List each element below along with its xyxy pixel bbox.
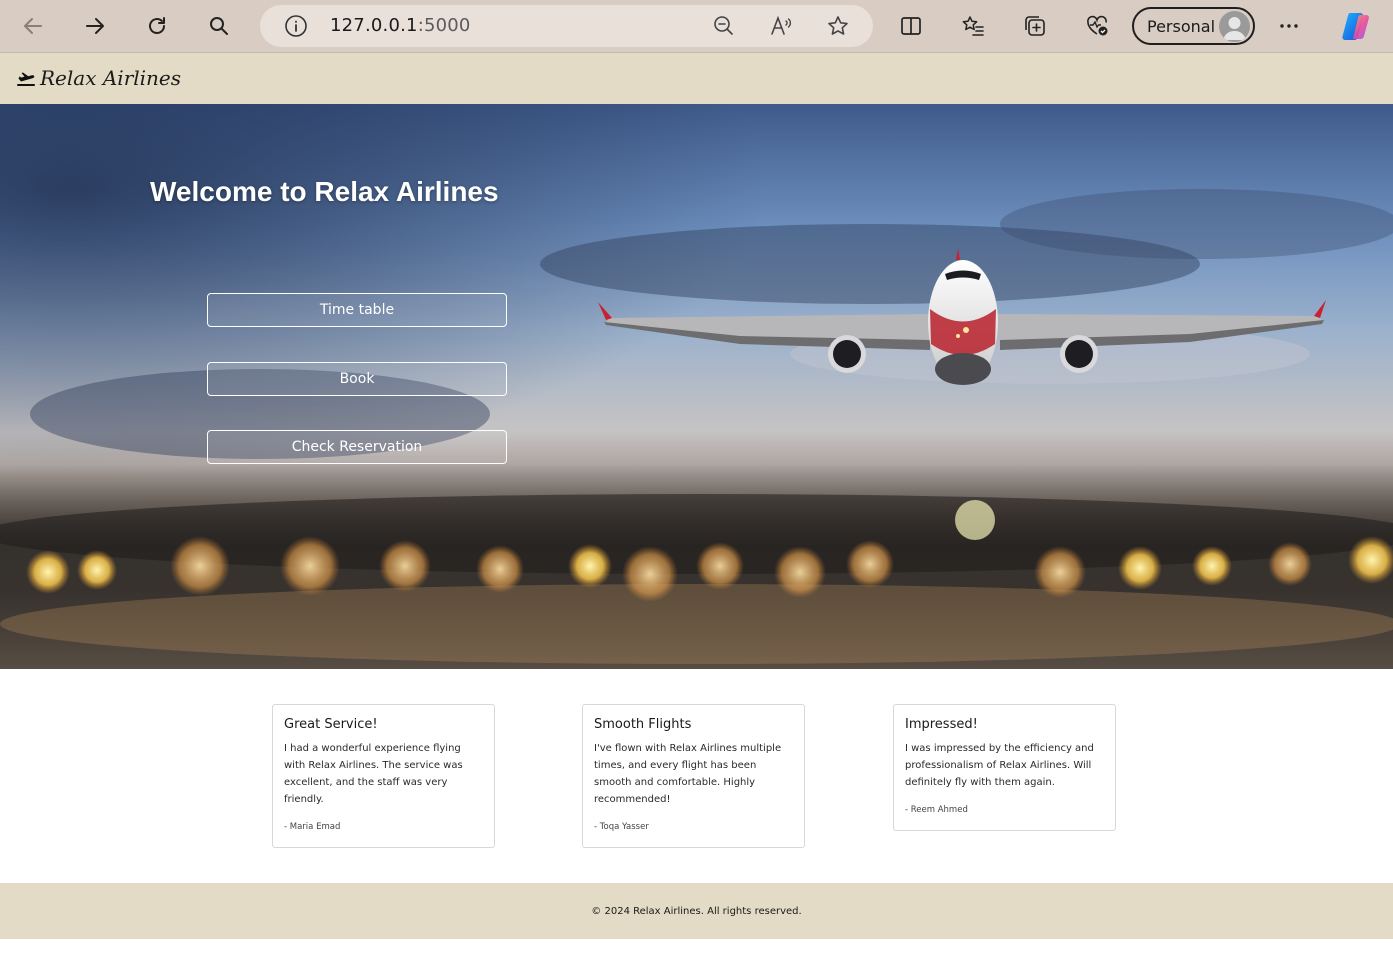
- testimonial-card: Smooth Flights I've flown with Relax Air…: [582, 704, 805, 848]
- testimonial-author: - Maria Emad: [284, 822, 341, 832]
- hero-section: Welcome to Relax Airlines Time table Boo…: [0, 104, 1393, 669]
- testimonial-title: Great Service!: [284, 717, 378, 732]
- testimonial-text: I was impressed by the efficiency and pr…: [905, 743, 1094, 788]
- check-reservation-button[interactable]: Check Reservation: [207, 430, 507, 464]
- testimonial-title: Smooth Flights: [594, 717, 692, 732]
- info-icon[interactable]: [284, 14, 308, 38]
- zoom-out-icon[interactable]: [712, 14, 736, 38]
- profile-label: Personal: [1147, 17, 1216, 36]
- timetable-button[interactable]: Time table: [207, 293, 507, 327]
- testimonial-text: I had a wonderful experience flying with…: [284, 743, 463, 805]
- avatar: [1219, 11, 1250, 42]
- copyright-text: © 2024 Relax Airlines. All rights reserv…: [591, 905, 802, 917]
- testimonial-card: Great Service! I had a wonderful experie…: [272, 704, 495, 848]
- site-footer: © 2024 Relax Airlines. All rights reserv…: [0, 883, 1393, 939]
- profile-button[interactable]: Personal: [1132, 7, 1255, 45]
- testimonial-author: - Toqa Yasser: [594, 822, 649, 832]
- hero-title: Welcome to Relax Airlines: [150, 176, 499, 207]
- browser-toolbar: 127.0.0.1:5000 Personal: [0, 0, 1393, 53]
- site-navbar: Relax Airlines: [0, 53, 1393, 104]
- favorites-icon[interactable]: [956, 9, 990, 43]
- book-button[interactable]: Book: [207, 362, 507, 396]
- plane-departure-icon: [17, 72, 35, 86]
- url-text: 127.0.0.1:5000: [330, 15, 471, 36]
- testimonial-title: Impressed!: [905, 717, 978, 732]
- more-icon[interactable]: [1272, 9, 1306, 43]
- collections-icon[interactable]: [1018, 9, 1052, 43]
- back-icon[interactable]: [16, 9, 50, 43]
- brand-name: Relax Airlines: [40, 66, 182, 90]
- browser-essentials-icon[interactable]: [1080, 9, 1114, 43]
- favorite-star-icon[interactable]: [826, 14, 850, 38]
- read-aloud-icon[interactable]: [769, 14, 793, 38]
- copilot-icon[interactable]: [1340, 10, 1372, 42]
- testimonial-card: Impressed! I was impressed by the effici…: [893, 704, 1116, 831]
- brand-link[interactable]: Relax Airlines: [16, 66, 181, 90]
- split-screen-icon[interactable]: [894, 9, 928, 43]
- refresh-icon[interactable]: [140, 9, 174, 43]
- search-icon[interactable]: [202, 9, 236, 43]
- address-bar[interactable]: 127.0.0.1:5000: [260, 5, 873, 47]
- forward-icon[interactable]: [78, 9, 112, 43]
- testimonial-text: I've flown with Relax Airlines multiple …: [594, 743, 782, 805]
- testimonial-author: - Reem Ahmed: [905, 805, 968, 815]
